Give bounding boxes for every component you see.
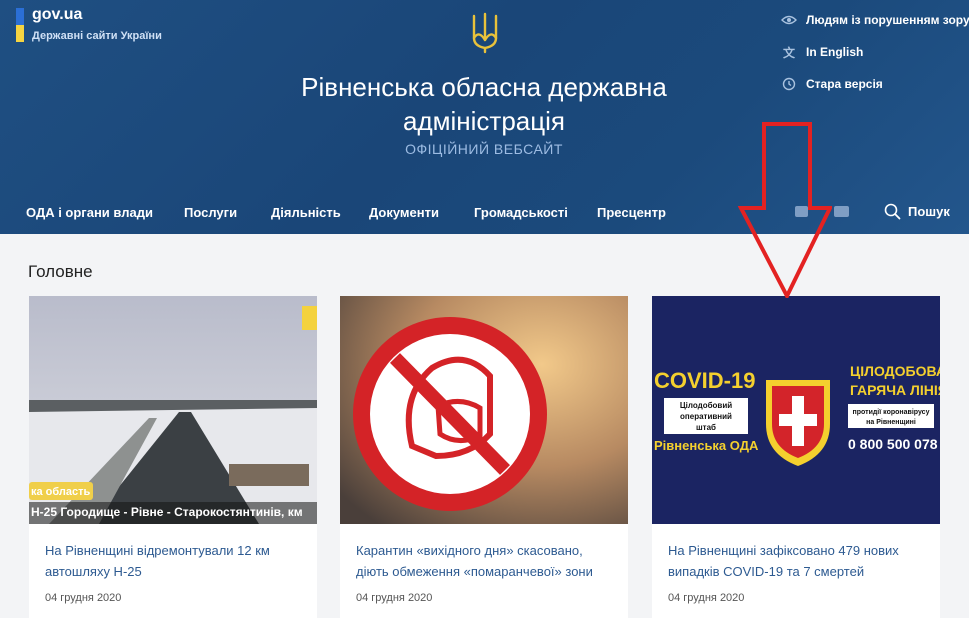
covid-title: COVID-19 [654, 368, 755, 393]
eye-icon [780, 13, 798, 27]
news-image-covid-banner[interactable]: COVID-19 Цілодобовий оперативний штаб Рі… [652, 296, 940, 524]
svg-text:штаб: штаб [696, 423, 716, 432]
news-date: 04 грудня 2020 [45, 592, 122, 604]
search-button[interactable]: Пошук [884, 203, 950, 220]
site-title-line2: адміністрація [403, 106, 565, 136]
news-card[interactable]: Карантин «вихідного дня» скасовано, діют… [340, 296, 628, 618]
site-title-line1: Рівненська обласна державна [301, 72, 667, 102]
hotline-title-2: ГАРЯЧА ЛІНІЯ [850, 382, 940, 398]
covid-org: Рівненська ОДА [654, 438, 759, 453]
old-version-label[interactable]: Стара версія [806, 77, 883, 91]
news-headline[interactable]: Карантин «вихідного дня» скасовано, діют… [356, 540, 618, 582]
gov-ua-subtitle: Державні сайти України [32, 30, 162, 42]
trident-icon [472, 12, 498, 54]
news-date: 04 грудня 2020 [356, 592, 433, 604]
svg-text:Цілодобовий: Цілодобовий [680, 401, 732, 410]
hotline-phone: 0 800 500 078 [848, 436, 938, 452]
nav-item-oda[interactable]: ОДА і органи влади [26, 205, 153, 220]
site-title: Рівненська обласна державна адміністраці… [264, 70, 704, 138]
accessibility-link[interactable]: Людям із порушенням зору [780, 13, 969, 27]
news-card[interactable]: ка область Н-25 Городище - Рівне - Старо… [29, 296, 317, 618]
translate-icon: 文 [782, 45, 795, 60]
news-image-mask-sign[interactable] [340, 296, 628, 524]
old-version-link[interactable]: Стара версія [780, 77, 883, 91]
annotation-arrow-icon [738, 122, 832, 298]
nav-item-press[interactable]: Пресцентр [597, 205, 666, 220]
image-caption-region: ка область [31, 486, 91, 498]
english-link[interactable]: 文 In English [780, 45, 863, 60]
news-card[interactable]: COVID-19 Цілодобовий оперативний штаб Рі… [652, 296, 940, 618]
search-icon [884, 203, 901, 220]
ukraine-flag-icon [16, 8, 24, 42]
site-subtitle: ОФІЦІЙНИЙ ВЕБСАЙТ [405, 141, 563, 157]
search-label[interactable]: Пошук [908, 204, 950, 219]
english-label[interactable]: In English [806, 45, 863, 59]
svg-text:на Рівненщині: на Рівненщині [866, 418, 916, 426]
svg-text:оперативний: оперативний [680, 412, 732, 421]
news-date: 04 грудня 2020 [668, 592, 745, 604]
nav-item-public[interactable]: Громадськості [474, 205, 568, 220]
section-title: Головне [28, 262, 93, 281]
news-image-road[interactable]: ка область Н-25 Городище - Рівне - Старо… [29, 296, 317, 524]
nav-item-documents[interactable]: Документи [369, 205, 439, 220]
nav-item-services[interactable]: Послуги [184, 205, 237, 220]
svg-text:протидії коронавірусу: протидії коронавірусу [853, 408, 930, 416]
gov-ua-title[interactable]: gov.ua [32, 6, 82, 24]
hotline-title-1: ЦІЛОДОБОВА [850, 363, 940, 379]
youtube-icon[interactable] [834, 206, 849, 217]
nav-item-activity[interactable]: Діяльність [271, 205, 341, 220]
accessibility-label[interactable]: Людям із порушенням зору [806, 13, 969, 27]
news-headline[interactable]: На Рівненщині зафіксовано 479 нових випа… [668, 540, 930, 582]
news-headline[interactable]: На Рівненщині відремонтували 12 км автош… [45, 540, 307, 582]
image-caption-road: Н-25 Городище - Рівне - Старокостянтинів… [31, 505, 303, 519]
history-icon [780, 77, 798, 91]
